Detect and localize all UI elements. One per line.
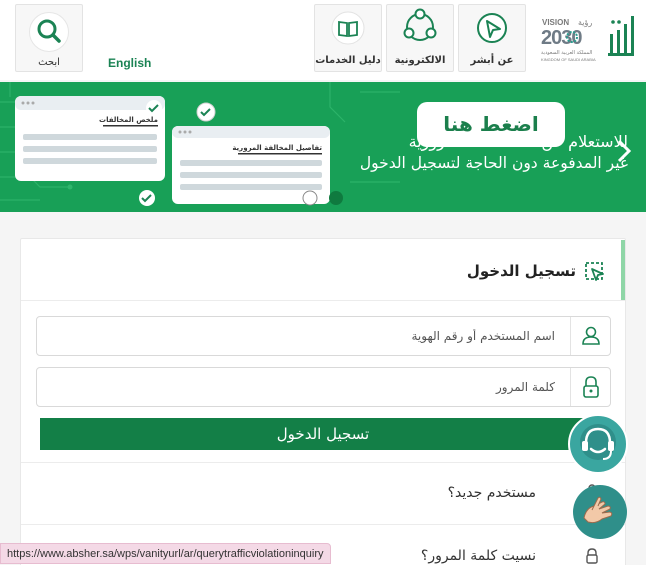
vision-2030-logo: VISION رؤية 2030 المملكة العربية السعودي… <box>541 18 596 62</box>
banner-next-chevron-icon[interactable] <box>616 138 632 164</box>
sign-language-icon[interactable] <box>572 484 628 540</box>
login-title-divider <box>21 300 625 301</box>
lock-icon-box <box>570 368 610 406</box>
username-field[interactable] <box>36 316 611 356</box>
login-submit-button[interactable]: تسجيل الدخول <box>40 418 606 450</box>
e-services-label: الالكترونية <box>394 55 446 66</box>
search-button[interactable]: ابحث <box>15 4 83 72</box>
username-input[interactable] <box>41 321 561 351</box>
search-label: ابحث <box>38 57 60 68</box>
about-absher-button[interactable]: عن أبشر <box>458 4 526 72</box>
banner-text-line1: للاستعلام عن المخالفات المرورية <box>408 132 628 151</box>
book-icon <box>331 11 365 45</box>
banner-text-line2: غير المدفوعة دون الحاجة لتسجيل الدخول <box>359 154 628 172</box>
lock-icon <box>583 376 599 398</box>
status-bar-url: https://www.absher.sa/wps/vanityurl/ar/q… <box>0 543 331 564</box>
user-icon <box>582 326 600 345</box>
banner-card-back-title: ملخص المخالفات <box>99 116 158 124</box>
search-icon-circle <box>29 12 69 52</box>
services-guide-button[interactable]: دليل الخدمات <box>314 4 382 72</box>
english-language-link[interactable]: English <box>108 56 151 70</box>
chat-support-icon[interactable] <box>567 413 629 475</box>
user-icon-box <box>570 317 610 355</box>
forgot-password-lock-icon <box>586 548 598 564</box>
vision-caption-en: KINGDOM OF SAUDI ARABIA <box>541 57 596 62</box>
new-user-link[interactable]: مستخدم جديد؟ <box>448 485 536 501</box>
vision-word: VISION <box>542 18 569 27</box>
password-input[interactable] <box>41 372 561 402</box>
site-header: ابحث English دليل الخدمات الالكترونية عن… <box>0 0 646 80</box>
new-user-divider <box>21 524 625 525</box>
network-icon <box>403 8 437 47</box>
submit-divider <box>21 462 625 463</box>
banner-card-front-title: تفاصيل المخالفة المرورية <box>232 144 322 152</box>
search-icon <box>37 19 61 43</box>
cursor-icon <box>477 13 507 43</box>
vision-caption: المملكة العربية السعودية <box>541 50 592 56</box>
forgot-password-link[interactable]: نسيت كلمة المرور؟ <box>421 548 536 564</box>
password-field[interactable] <box>36 367 611 407</box>
absher-logo[interactable] <box>604 12 638 62</box>
services-guide-label: دليل الخدمات <box>315 55 381 66</box>
vision-arabic-word: رؤية <box>578 18 592 27</box>
login-cursor-icon <box>585 262 604 281</box>
login-panel-accent <box>621 240 625 300</box>
login-title: تسجيل الدخول <box>466 262 576 280</box>
about-absher-label: عن أبشر <box>470 55 514 66</box>
e-services-button[interactable]: الالكترونية <box>386 4 454 72</box>
traffic-violations-banner[interactable]: ملخص المخالفات تفاصيل المخالفة المرورية … <box>0 82 646 212</box>
